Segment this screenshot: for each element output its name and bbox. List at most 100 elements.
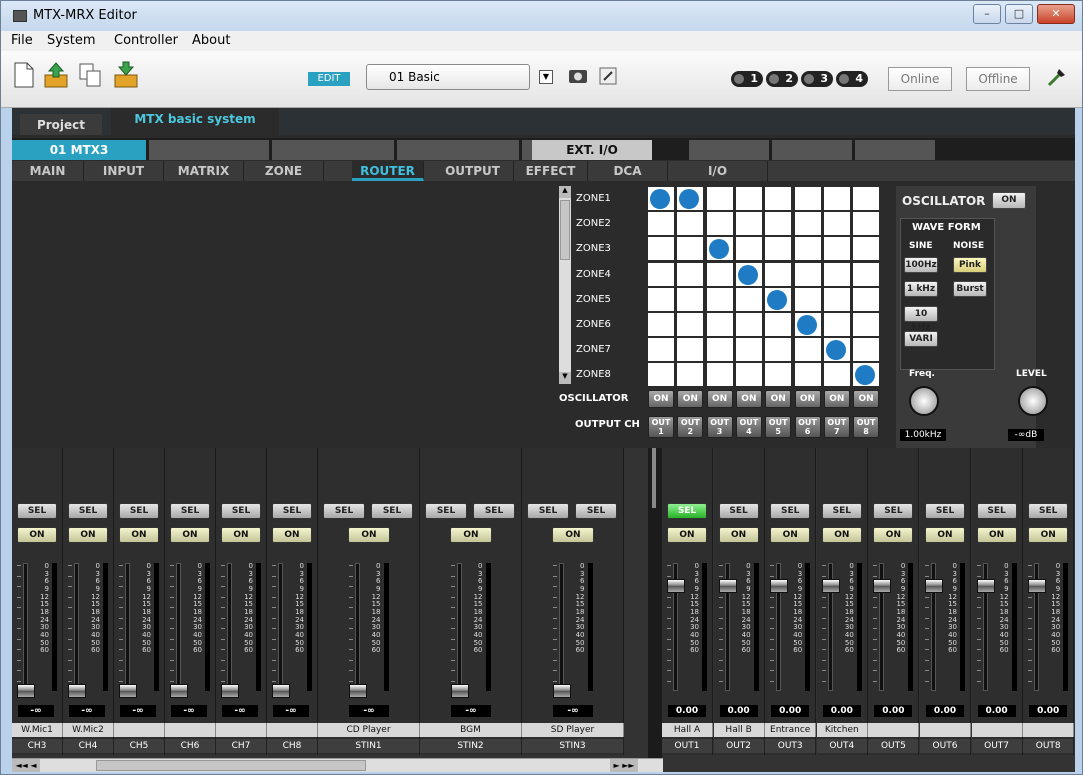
menu-about[interactable]: About [192,33,230,48]
copy-icon[interactable] [77,61,103,89]
route-cell[interactable] [794,262,821,286]
route-cell[interactable] [648,363,674,387]
route-cell[interactable] [677,363,704,387]
route-cell[interactable] [765,287,792,311]
scroll-right-icon[interactable]: ► ►► [610,759,638,772]
route-cell[interactable] [765,237,792,261]
device-tab-mtx3[interactable]: 01 MTX3 [12,140,146,160]
device-tab-empty-1[interactable] [149,140,269,160]
output-ch-button-2[interactable]: OUT 2 [677,416,704,438]
output-fader-knob[interactable] [873,579,892,594]
route-cell[interactable] [648,187,674,210]
device-tab-empty-6[interactable] [772,140,852,160]
select-button[interactable]: SEL [371,503,413,519]
tab-zone[interactable]: ZONE [244,161,324,181]
route-cell[interactable] [823,287,850,311]
device-tab-empty-4[interactable] [522,140,532,160]
scroll-left-icon[interactable]: ◄◄ ◄ [12,759,40,772]
route-cell[interactable] [765,313,792,336]
route-cell[interactable] [735,187,762,210]
select-button[interactable]: SEL [575,503,617,519]
menu-file[interactable]: File [11,33,33,48]
input-fader-knob[interactable] [552,684,571,698]
tab-mtx-basic-system[interactable]: MTX basic system [111,108,279,135]
select-button[interactable]: SEL [323,503,365,519]
horizontal-scrollbar[interactable]: ◄◄ ◄ ► ►► [12,758,663,772]
output-fader-knob[interactable] [667,579,685,594]
channel-on-button[interactable]: ON [552,527,594,543]
output-on-button[interactable]: ON [873,527,914,543]
route-cell[interactable] [823,338,850,362]
output-select-button[interactable]: SEL [976,503,1017,519]
osc-on-button-1[interactable]: ON [648,390,674,408]
noise-burst-button[interactable]: Burst [953,281,987,297]
output-fader-knob[interactable] [821,579,840,594]
offline-button[interactable]: Offline [966,67,1030,91]
output-ch-button-3[interactable]: OUT 3 [706,416,733,438]
route-cell[interactable] [706,313,733,336]
device-tab-empty-3[interactable] [397,140,519,160]
minimize-button[interactable]: – [973,4,1001,24]
output-select-button[interactable]: SEL [925,503,965,519]
input-fader-knob[interactable] [68,684,86,698]
output-on-button[interactable]: ON [1028,527,1069,543]
noise-pink-button[interactable]: Pink [953,257,987,273]
tab-input[interactable]: INPUT [84,161,164,181]
output-select-button[interactable]: SEL [770,503,811,519]
open-file-icon[interactable] [43,61,69,89]
input-fader-knob[interactable] [272,684,290,698]
osc-on-button-6[interactable]: ON [794,390,821,408]
route-cell[interactable] [823,363,850,387]
route-cell[interactable] [853,313,880,336]
route-cell[interactable] [677,338,704,362]
input-fader-knob[interactable] [170,684,188,698]
route-cell[interactable] [735,287,762,311]
route-cell[interactable] [706,262,733,286]
tab-project[interactable]: Project [20,114,102,135]
sine-vari-button[interactable]: VARI [904,331,938,347]
route-cell[interactable] [765,262,792,286]
device-tab-empty-2[interactable] [272,140,394,160]
route-cell[interactable] [853,187,880,210]
route-cell[interactable] [677,237,704,261]
channel-on-button[interactable]: ON [68,527,108,543]
restore-button[interactable]: □ [1005,4,1033,24]
scroll-thumb[interactable] [560,200,570,260]
route-cell[interactable] [706,212,733,236]
input-fader-knob[interactable] [17,684,35,698]
device-tab-ext-io[interactable]: EXT. I/O [532,140,652,160]
output-select-button[interactable]: SEL [1028,503,1069,519]
menu-system[interactable]: System [47,33,95,48]
channel-on-button[interactable]: ON [170,527,210,543]
route-cell[interactable] [853,212,880,236]
sine-1khz-button[interactable]: 1 kHz [904,281,938,297]
route-cell[interactable] [794,313,821,336]
output-fader-knob[interactable] [1028,579,1047,594]
route-cell[interactable] [735,363,762,387]
select-button[interactable]: SEL [119,503,159,519]
select-button[interactable]: SEL [17,503,57,519]
output-fader-knob[interactable] [976,579,995,594]
route-cell[interactable] [706,237,733,261]
input-fader-knob[interactable] [450,684,469,698]
preset-selector[interactable]: 01 Basic [366,64,530,90]
level-knob[interactable] [1018,386,1048,416]
route-cell[interactable] [794,338,821,362]
output-ch-button-4[interactable]: OUT 4 [735,416,762,438]
channel-on-button[interactable]: ON [17,527,57,543]
select-button[interactable]: SEL [473,503,515,519]
route-cell[interactable] [794,287,821,311]
oscillator-on-button[interactable]: ON [992,192,1026,209]
osc-on-button-5[interactable]: ON [765,390,792,408]
route-cell[interactable] [706,287,733,311]
route-cell[interactable] [677,313,704,336]
route-cell[interactable] [648,313,674,336]
sine-100hz-button[interactable]: 100Hz [904,257,938,273]
output-select-button[interactable]: SEL [821,503,862,519]
route-cell[interactable] [823,187,850,210]
output-fader-knob[interactable] [925,579,943,594]
link-icon[interactable] [597,65,619,87]
output-fader-knob[interactable] [770,579,789,594]
route-cell[interactable] [677,287,704,311]
save-file-icon[interactable] [113,61,139,89]
